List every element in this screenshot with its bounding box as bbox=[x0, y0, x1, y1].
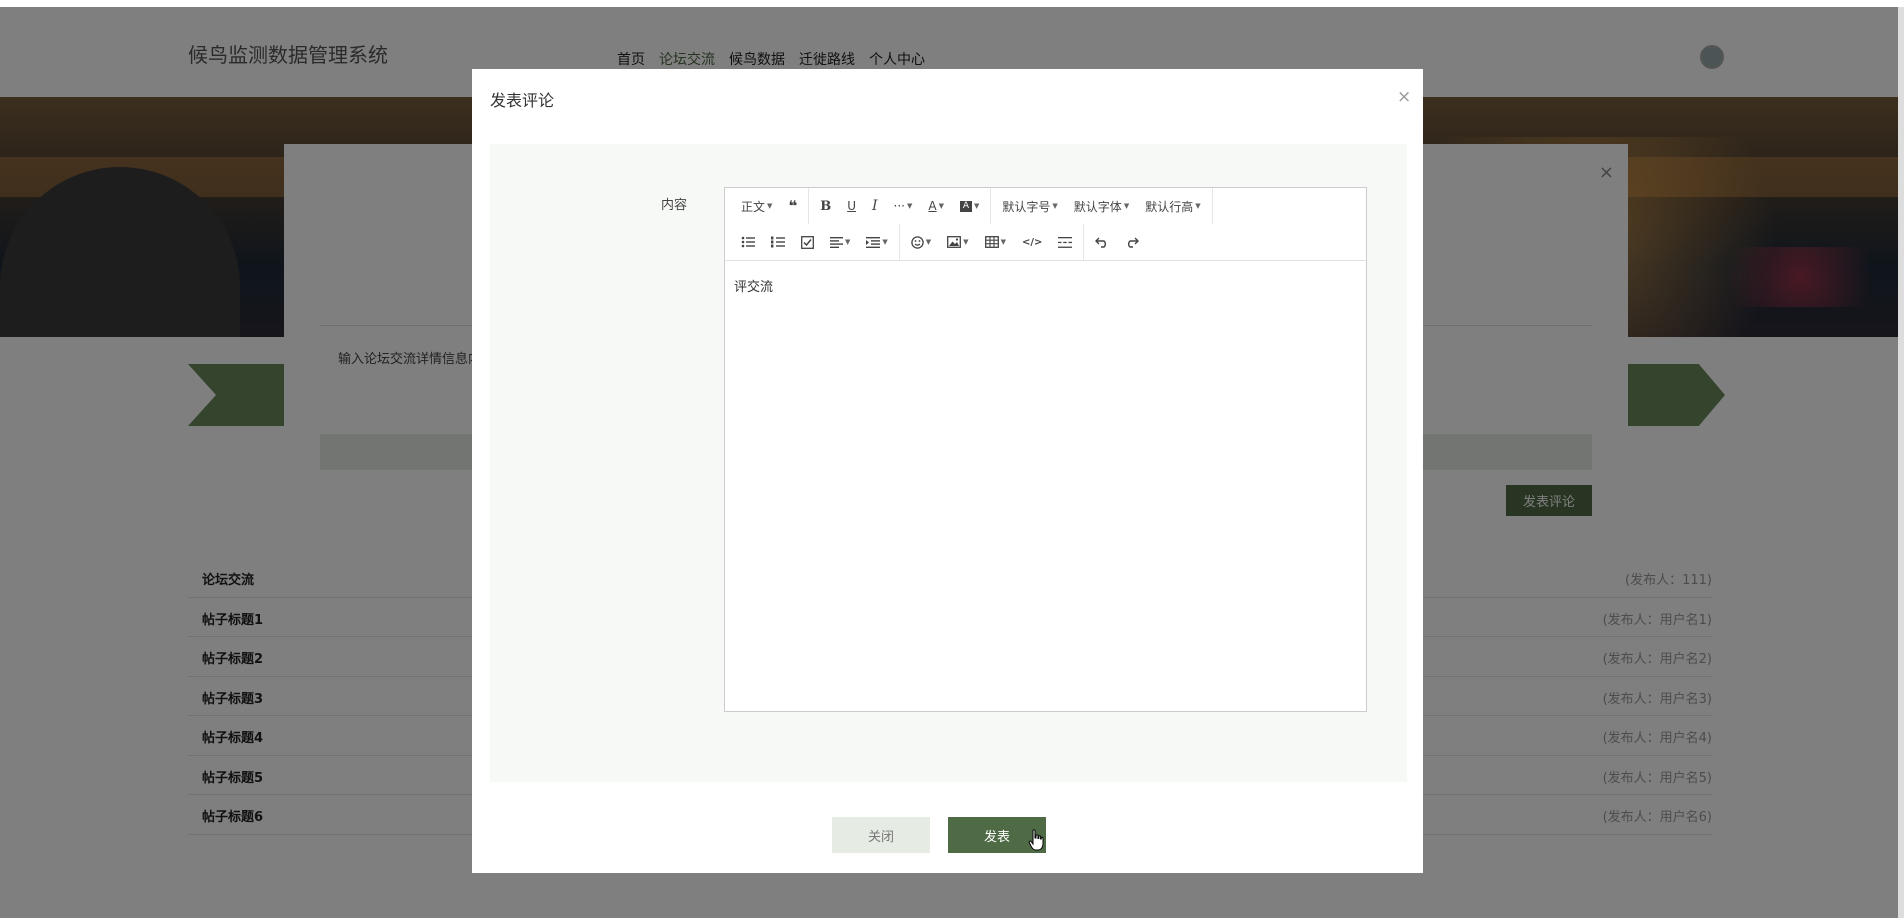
toolbar-row-1: 正文 ▼ ❝ B U I ··· ▼ A ▼ A ▼ 默认字号 ▼ 默认字体 ▼… bbox=[725, 188, 1216, 224]
chevron-down-icon: ▼ bbox=[938, 202, 944, 210]
toolbar-divider bbox=[808, 188, 810, 224]
numbered-list-icon[interactable] bbox=[763, 228, 793, 256]
comment-dialog: 发表评论 × 内容 正文 ▼ ❝ B U I ··· ▼ A ▼ A ▼ 默认字… bbox=[472, 69, 1423, 873]
editor-content-text: 评交流 bbox=[734, 280, 774, 295]
emoji-icon bbox=[911, 235, 924, 249]
editor-content-area[interactable]: 评交流 bbox=[725, 262, 1366, 711]
indent-icon bbox=[866, 236, 881, 248]
chevron-down-icon: ▼ bbox=[1052, 202, 1058, 210]
font-color-icon: A bbox=[928, 199, 937, 213]
dialog-footer: 关闭 发表 bbox=[472, 817, 1423, 853]
underline-icon[interactable]: U bbox=[839, 192, 864, 220]
indent-dropdown[interactable]: ▼ bbox=[858, 228, 895, 256]
checkbox-list-icon[interactable] bbox=[793, 228, 822, 256]
background-color-dropdown[interactable]: A ▼ bbox=[952, 192, 987, 220]
code-icon[interactable]: </> bbox=[1014, 228, 1050, 256]
bulleted-list-icon[interactable] bbox=[733, 228, 763, 256]
italic-icon[interactable]: I bbox=[864, 192, 886, 220]
toolbar-divider bbox=[898, 224, 900, 260]
font-size-label: 默认字号 bbox=[1002, 199, 1051, 214]
toolbar-divider bbox=[990, 188, 992, 224]
font-family-label: 默认字体 bbox=[1073, 199, 1122, 214]
page-scrollbar[interactable] bbox=[1898, 7, 1904, 918]
redo-icon[interactable] bbox=[1117, 228, 1147, 256]
chevron-down-icon: ▼ bbox=[925, 238, 932, 246]
chevron-down-icon: ▼ bbox=[974, 202, 980, 210]
emoji-dropdown[interactable]: ▼ bbox=[903, 228, 939, 256]
paragraph-format-dropdown[interactable]: 正文 ▼ bbox=[733, 192, 780, 220]
content-label: 内容 bbox=[661, 198, 688, 213]
chevron-down-icon: ▼ bbox=[907, 202, 913, 210]
table-icon bbox=[984, 236, 999, 248]
image-dropdown[interactable]: ▼ bbox=[939, 228, 976, 256]
divider-line-icon[interactable] bbox=[1050, 228, 1080, 256]
line-height-label: 默认行高 bbox=[1145, 199, 1194, 214]
close-button[interactable]: 关闭 bbox=[832, 817, 930, 853]
dialog-title: 发表评论 bbox=[490, 91, 555, 110]
chevron-down-icon: ▼ bbox=[1000, 238, 1006, 246]
toolbar-row-2: ▼ ▼ ▼ ▼ ▼ </> bbox=[725, 224, 1147, 260]
background-color-icon: A bbox=[960, 200, 972, 212]
more-format-dropdown[interactable]: ··· ▼ bbox=[886, 192, 921, 220]
chevron-down-icon: ▼ bbox=[1123, 202, 1130, 210]
quote-icon[interactable]: ❝ bbox=[780, 192, 805, 220]
chevron-down-icon: ▼ bbox=[882, 238, 888, 246]
bold-icon[interactable]: B bbox=[812, 192, 839, 220]
editor-toolbar: 正文 ▼ ❝ B U I ··· ▼ A ▼ A ▼ 默认字号 ▼ 默认字体 ▼… bbox=[725, 188, 1366, 261]
hand-cursor-icon bbox=[1028, 829, 1044, 851]
font-family-dropdown[interactable]: 默认字体 ▼ bbox=[1066, 192, 1137, 220]
top-strip bbox=[0, 0, 1904, 7]
align-dropdown[interactable]: ▼ bbox=[822, 228, 858, 256]
chevron-down-icon: ▼ bbox=[963, 238, 969, 246]
font-size-dropdown[interactable]: 默认字号 ▼ bbox=[994, 192, 1065, 220]
chevron-down-icon: ▼ bbox=[767, 202, 773, 210]
table-dropdown[interactable]: ▼ bbox=[977, 228, 1014, 256]
toolbar-divider bbox=[1211, 188, 1213, 224]
more-icon: ··· bbox=[893, 199, 905, 213]
line-height-dropdown[interactable]: 默认行高 ▼ bbox=[1137, 192, 1208, 220]
font-color-dropdown[interactable]: A ▼ bbox=[920, 192, 952, 220]
chevron-down-icon: ▼ bbox=[1195, 202, 1201, 210]
align-left-icon bbox=[830, 236, 843, 248]
undo-icon[interactable] bbox=[1087, 228, 1117, 256]
paragraph-format-label: 正文 bbox=[741, 199, 766, 214]
toolbar-divider bbox=[1083, 224, 1085, 260]
chevron-down-icon: ▼ bbox=[845, 238, 851, 246]
image-icon bbox=[947, 236, 962, 248]
comment-form: 内容 正文 ▼ ❝ B U I ··· ▼ A ▼ A ▼ 默认字号 ▼ 默认字… bbox=[490, 144, 1407, 782]
close-icon[interactable]: × bbox=[1397, 87, 1411, 107]
rich-text-editor: 正文 ▼ ❝ B U I ··· ▼ A ▼ A ▼ 默认字号 ▼ 默认字体 ▼… bbox=[724, 187, 1367, 712]
